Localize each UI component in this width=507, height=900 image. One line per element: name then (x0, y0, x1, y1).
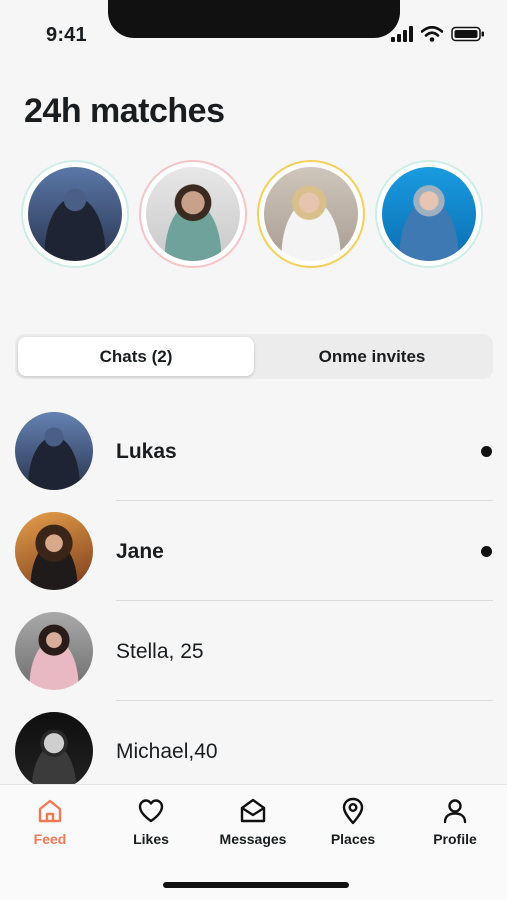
avatar (15, 712, 93, 790)
device-notch (108, 0, 400, 38)
nav-messages-label: Messages (219, 831, 287, 847)
chat-name: Jane (116, 540, 164, 563)
avatar (15, 512, 93, 590)
chat-name: Stella, 25 (116, 640, 204, 663)
story-avatar-3[interactable] (257, 160, 365, 268)
nav-likes-label: Likes (133, 831, 169, 847)
envelope-open-icon (240, 798, 266, 823)
nav-places-label: Places (330, 831, 376, 847)
nav-places[interactable]: Places (303, 797, 403, 847)
status-icons (391, 26, 485, 42)
unread-dot (481, 546, 492, 557)
chat-item-lukas[interactable]: Lukas (0, 410, 507, 510)
nav-profile-label: Profile (433, 831, 477, 847)
chat-item-jane[interactable]: Jane (0, 510, 507, 610)
signal-icon (391, 26, 413, 42)
story-photo-2 (146, 167, 240, 261)
story-photo-4 (382, 167, 476, 261)
unread-dot (481, 446, 492, 457)
tab-chats[interactable]: Chats (2) (18, 337, 254, 376)
chat-list: Lukas Jane Stella, 25 Michael,40 (0, 410, 507, 810)
page-title: 24h matches (24, 92, 225, 130)
status-bar: 9:41 (0, 0, 507, 60)
nav-messages[interactable]: Messages (203, 797, 303, 847)
user-icon (443, 799, 467, 824)
battery-icon (451, 26, 484, 42)
story-avatar-4[interactable] (375, 160, 483, 268)
story-avatar-2[interactable] (139, 160, 247, 268)
story-row (21, 160, 483, 268)
status-time: 9:41 (46, 24, 87, 46)
story-photo-1 (28, 167, 122, 261)
nav-feed[interactable]: Feed (0, 797, 100, 847)
home-indicator (163, 882, 349, 888)
nav-profile[interactable]: Profile (405, 797, 505, 847)
chat-item-stella[interactable]: Stella, 25 (0, 610, 507, 710)
divider (116, 700, 493, 701)
chat-segmented-control: Chats (2) Onme invites (15, 334, 493, 379)
story-avatar-1[interactable] (21, 160, 129, 268)
story-photo-3 (264, 167, 358, 261)
heart-icon (138, 799, 164, 823)
chat-name: Lukas (116, 440, 177, 463)
nav-likes[interactable]: Likes (101, 797, 201, 847)
chat-name: Michael,40 (116, 740, 218, 763)
home-icon (38, 799, 62, 823)
divider (116, 600, 493, 601)
tab-invites[interactable]: Onme invites (254, 337, 490, 376)
avatar (15, 412, 93, 490)
divider (116, 500, 493, 501)
wifi-icon (421, 26, 443, 42)
map-pin-icon (342, 797, 364, 825)
avatar (15, 612, 93, 690)
nav-feed-label: Feed (33, 831, 67, 847)
